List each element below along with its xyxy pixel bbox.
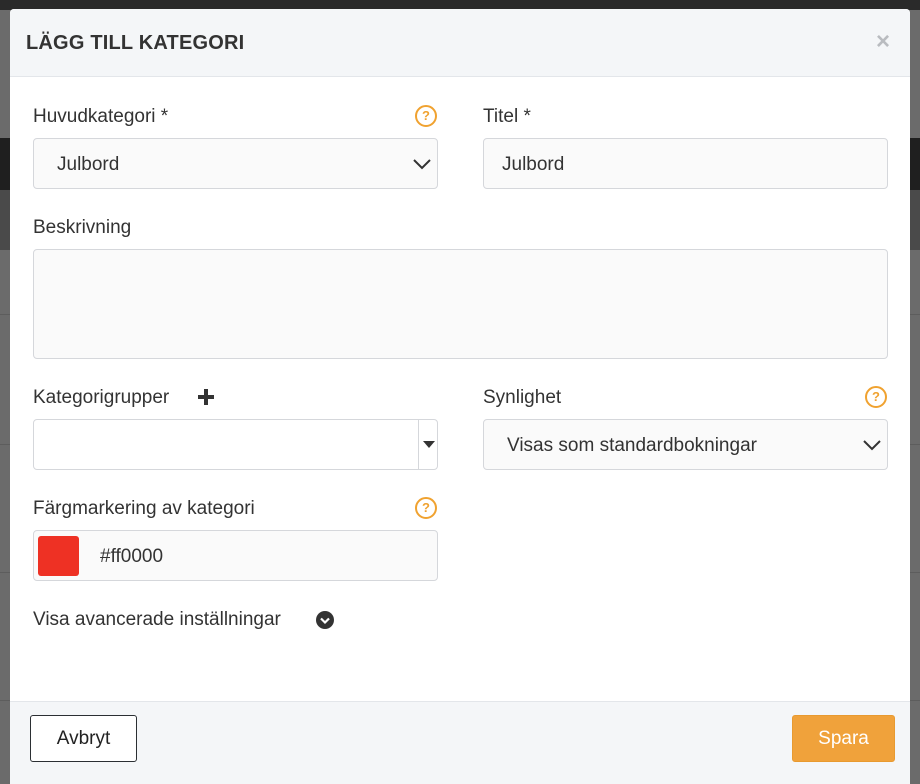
title-value: Julbord — [502, 154, 565, 175]
title-input[interactable]: Julbord — [483, 138, 888, 189]
description-label: Beskrivning — [33, 217, 132, 238]
caret-down-icon[interactable] — [423, 441, 435, 449]
main-category-label: Huvudkategori * — [33, 106, 169, 127]
help-icon[interactable]: ? — [415, 497, 437, 519]
visibility-select[interactable]: Visas som standardbokningar — [483, 419, 888, 470]
plus-icon[interactable] — [198, 389, 214, 405]
color-value: #ff0000 — [100, 546, 164, 567]
help-icon[interactable]: ? — [865, 386, 887, 408]
close-icon[interactable]: × — [872, 29, 894, 55]
dialog-title: LÄGG TILL KATEGORI — [26, 32, 245, 54]
advanced-settings-toggle[interactable]: Visa avancerade inställningar — [33, 609, 281, 631]
color-swatch[interactable] — [38, 536, 79, 576]
category-groups-select[interactable] — [33, 419, 438, 470]
dialog-footer: Avbryt Spara — [10, 701, 910, 784]
add-category-dialog: LÄGG TILL KATEGORI × Huvudkategori * ? J… — [10, 9, 910, 784]
help-icon[interactable]: ? — [415, 105, 437, 127]
chevron-down-icon — [863, 440, 881, 451]
main-category-value: Julbord — [57, 154, 120, 175]
title-label: Titel * — [483, 106, 531, 127]
description-textarea[interactable] — [33, 249, 888, 359]
visibility-label: Synlighet — [483, 387, 562, 408]
save-button[interactable]: Spara — [792, 715, 895, 762]
main-category-select[interactable]: Julbord — [33, 138, 438, 189]
chevron-circle-down-icon[interactable] — [316, 611, 334, 629]
dialog-header: LÄGG TILL KATEGORI × — [10, 9, 910, 77]
visibility-value: Visas som standardbokningar — [507, 435, 757, 456]
color-label: Färgmarkering av kategori — [33, 498, 255, 519]
select-divider — [418, 420, 419, 469]
category-groups-label: Kategorigrupper — [33, 387, 170, 408]
color-input[interactable]: #ff0000 — [33, 530, 438, 581]
cancel-button[interactable]: Avbryt — [30, 715, 137, 762]
chevron-down-icon — [413, 159, 431, 170]
